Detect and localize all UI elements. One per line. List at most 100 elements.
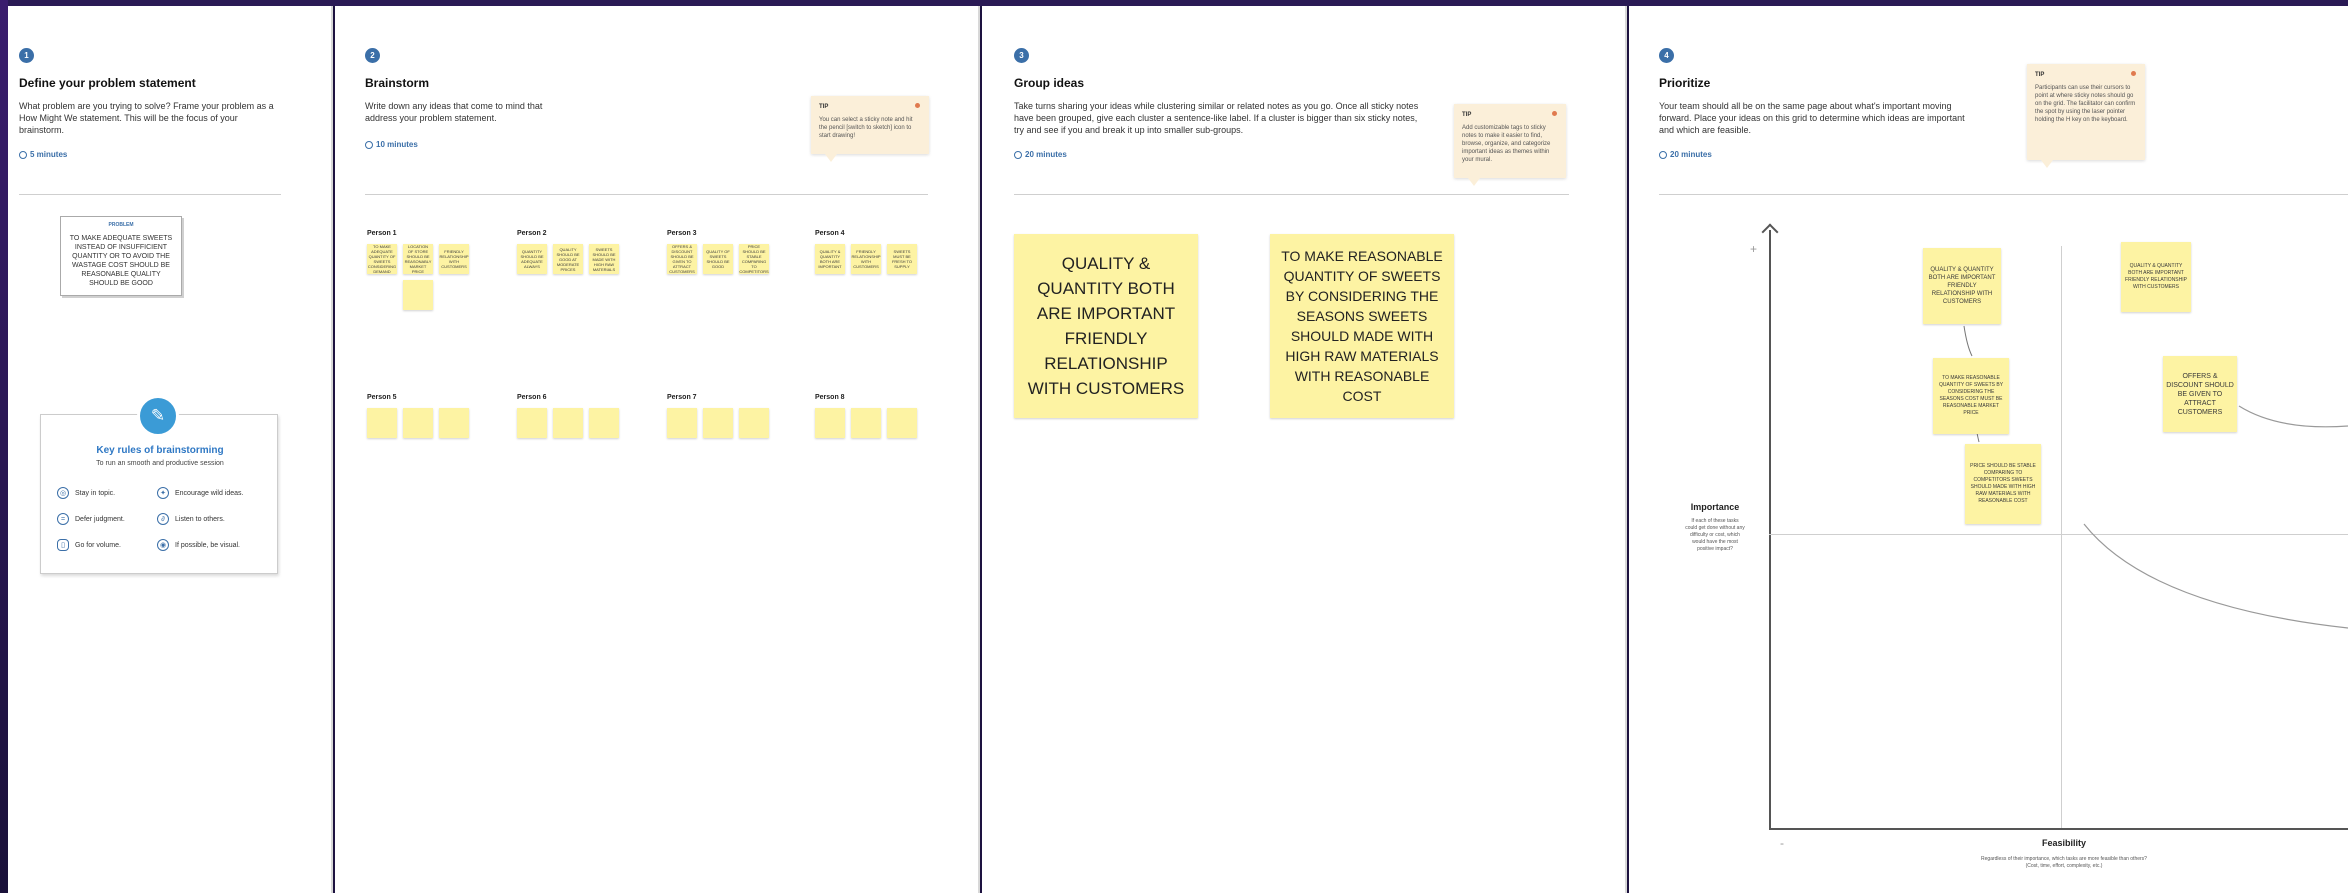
person-label: Person 7	[667, 394, 697, 401]
sticky-note[interactable]: QUANTITY SHOULD BE ADEQUATE ALWAYS	[517, 244, 547, 274]
key-rules-icon: ✎	[137, 395, 179, 437]
problem-card-label: PROBLEM	[108, 222, 134, 228]
sticky-note[interactable]: QUALITY OF SWEETS SHOULD BE GOOD	[703, 244, 733, 274]
step-number-badge: 1	[19, 48, 34, 63]
sticky-note[interactable]: QUALITY & QUANTITY BOTH ARE IMPORTANT	[815, 244, 845, 274]
sticky-note[interactable]: QUALITY SHOULD BE GOOD AT MODERATE PRICE…	[553, 244, 583, 274]
tip-text: Add customizable tags to sticky notes to…	[1462, 125, 1551, 163]
sticky-note[interactable]	[851, 408, 881, 438]
step-title: Brainstorm	[365, 76, 430, 90]
person-label: Person 2	[517, 230, 547, 237]
step-description: Take turns sharing your ideas while clus…	[1014, 101, 1419, 135]
sticky-note[interactable]: OFFERS & DISCOUNT SHOULD BE GIVEN TO ATT…	[667, 244, 697, 274]
divider	[19, 194, 281, 195]
group-sticky-note[interactable]: QUALITY & QUANTITY BOTH ARE IMPORTANT FR…	[1014, 234, 1198, 418]
tip-tail	[1468, 178, 1480, 186]
step-time: 10 minutes	[365, 140, 418, 149]
focus-icon: ◎	[57, 487, 69, 499]
grid-sticky-note[interactable]: OFFERS & DISCOUNT SHOULD BE GIVEN TO ATT…	[2163, 356, 2237, 432]
canvas-left-edge	[0, 0, 8, 893]
grid-sticky-note[interactable]: PRICE SHOULD BE STABLE COMPARING TO COMP…	[1965, 444, 2041, 524]
clock-icon	[1014, 150, 1022, 159]
sticky-note[interactable]: LOCATION OF STORE SHOULD BE REASONABLY M…	[403, 244, 433, 274]
sticky-note[interactable]	[589, 408, 619, 438]
rule-text: Encourage wild ideas.	[175, 489, 244, 497]
sticky-note[interactable]: SWEETS SHOULD BE MADE WITH HIGH RAW MATE…	[589, 244, 619, 274]
sticky-note[interactable]: FRIENDLY RELATIONSHIP WITH CUSTOMERS	[851, 244, 881, 274]
sticky-note[interactable]	[667, 408, 697, 438]
rule-item: ▯ Go for volume.	[57, 539, 121, 551]
rule-text: Go for volume.	[75, 541, 121, 549]
person-label: Person 5	[367, 394, 397, 401]
rule-text: Defer judgment.	[75, 515, 125, 523]
tip-card: TIP You can select a sticky note and hit…	[811, 96, 929, 162]
step-title: Group ideas	[1014, 76, 1085, 90]
divider	[365, 194, 928, 195]
sticky-note[interactable]	[517, 408, 547, 438]
tip-card: TIP Add customizable tags to sticky note…	[1454, 104, 1566, 186]
sticky-note[interactable]	[739, 408, 769, 438]
lightbulb-icon: ✦	[157, 487, 169, 499]
sticky-note[interactable]: SWEETS MUST BE FRESH TO SUPPLY	[887, 244, 917, 274]
rule-item: ◉ If possible, be visual.	[157, 539, 240, 551]
sticky-note[interactable]	[703, 408, 733, 438]
sticky-note[interactable]	[887, 408, 917, 438]
problem-card[interactable]: PROBLEM TO MAKE ADEQUATE SWEETS INSTEAD …	[60, 216, 182, 296]
sticky-note[interactable]: PRICE SHOULD BE STABLE COMPARING TO COMP…	[739, 244, 769, 274]
sticky-note[interactable]	[403, 280, 433, 310]
tip-label: TIP	[819, 104, 829, 110]
step-number-badge: 3	[1014, 48, 1029, 63]
key-rules-title: Key rules of brainstorming	[96, 445, 224, 456]
clock-icon	[365, 140, 373, 149]
step-description: What problem are you trying to solve? Fr…	[19, 101, 274, 135]
step-time-label: 5 minutes	[30, 150, 68, 159]
pin-icon	[1552, 111, 1557, 116]
rule-item: ∂ Listen to others.	[157, 513, 225, 525]
panel-brainstorm: 2 Brainstorm Write down any ideas that c…	[335, 6, 980, 893]
step-time-label: 20 minutes	[1025, 150, 1067, 159]
panel-group-ideas: 3 Group ideas Take turns sharing your id…	[982, 6, 1627, 893]
person-label: Person 4	[815, 230, 845, 237]
rule-item: ✦ Encourage wild ideas.	[157, 487, 244, 499]
divider	[1014, 194, 1569, 195]
grid-sticky-note[interactable]: QUALITY & QUANTITY BOTH ARE IMPORTANT FR…	[2121, 242, 2191, 312]
pin-icon	[915, 103, 920, 108]
person-label: Person 1	[367, 230, 397, 237]
sticky-note[interactable]	[815, 408, 845, 438]
sticky-note[interactable]: TO MAKE ADEQUATE QUANTITY OF SWEETS CONS…	[367, 244, 397, 274]
step-title: Define your problem statement	[19, 76, 196, 90]
problem-card-text: TO MAKE ADEQUATE SWEETS INSTEAD OF INSUF…	[69, 235, 173, 287]
person-label: Person 8	[815, 394, 845, 401]
tip-label: TIP	[1462, 112, 1472, 118]
step-description: Write down any ideas that come to mind t…	[365, 101, 543, 123]
sticky-note[interactable]	[367, 408, 397, 438]
person-label: Person 6	[517, 394, 547, 401]
sticky-note[interactable]	[403, 408, 433, 438]
pause-icon: =	[57, 513, 69, 525]
person-label: Person 3	[667, 230, 697, 237]
step-time: 20 minutes	[1014, 150, 1067, 159]
sticky-note[interactable]	[553, 408, 583, 438]
step-number-badge: 2	[365, 48, 380, 63]
step-time: 5 minutes	[19, 150, 67, 159]
group-sticky-note[interactable]: TO MAKE REASONABLE QUANTITY OF SWEETS BY…	[1270, 234, 1454, 418]
rule-text: Listen to others.	[175, 515, 225, 523]
rule-text: Stay in topic.	[75, 489, 116, 497]
sticky-note[interactable]	[439, 408, 469, 438]
key-rules-card: ✎ Key rules of brainstorming To run an s…	[40, 395, 278, 574]
rule-text: If possible, be visual.	[175, 541, 240, 549]
key-rules-subtitle: To run an smooth and productive session	[96, 460, 224, 467]
grid-sticky-note[interactable]: TO MAKE REASONABLE QUANTITY OF SWEETS BY…	[1933, 358, 2009, 434]
rule-item: = Defer judgment.	[57, 513, 125, 525]
eye-icon: ◉	[157, 539, 169, 551]
clock-icon	[19, 150, 27, 159]
rule-item: ◎ Stay in topic.	[57, 487, 115, 499]
tip-tail	[825, 154, 837, 162]
step-time-label: 10 minutes	[376, 140, 418, 149]
volume-icon: ▯	[57, 539, 69, 551]
panel-define-problem: 1 Define your problem statement What pro…	[8, 6, 333, 893]
grid-sticky-note[interactable]: QUALITY & QUANTITY BOTH ARE IMPORTANT FR…	[1923, 248, 2001, 324]
ear-icon: ∂	[157, 513, 169, 525]
panel-prioritize: 4 Prioritize Your team should all be on …	[1629, 6, 2348, 893]
sticky-note[interactable]: FRIENDLY RELATIONSHIP WITH CUSTOMERS	[439, 244, 469, 274]
